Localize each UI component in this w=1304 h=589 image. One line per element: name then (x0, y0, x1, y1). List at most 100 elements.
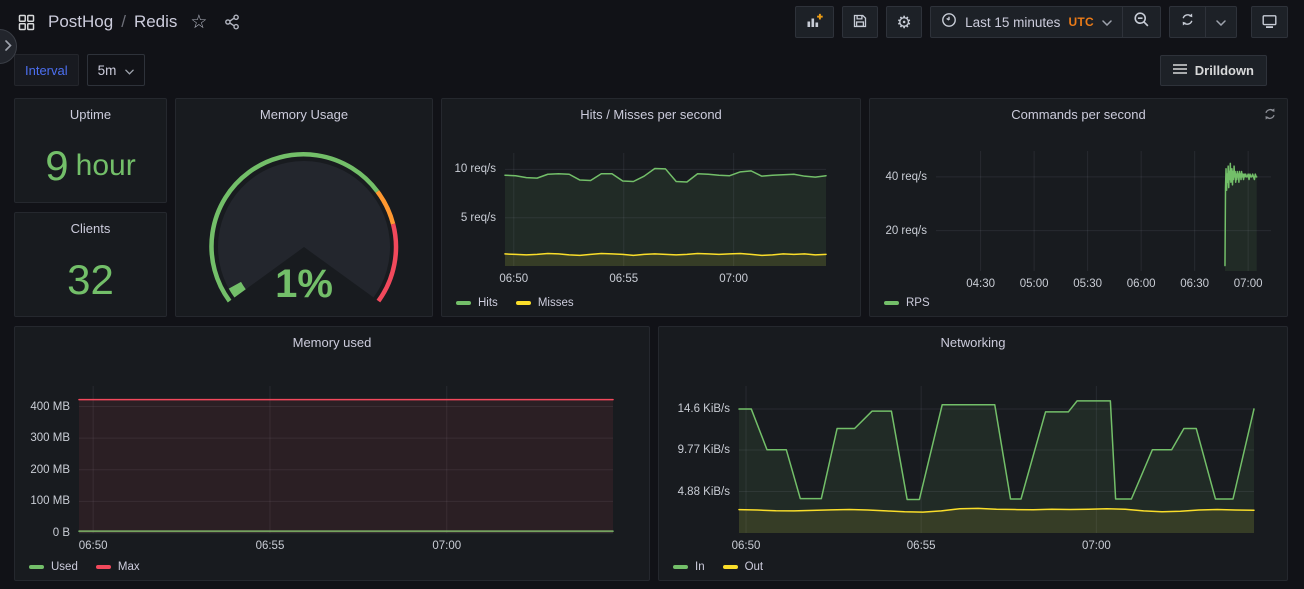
interval-value: 5m (98, 63, 117, 78)
legend-item-out[interactable]: Out (723, 561, 764, 573)
legend-item-in[interactable]: In (673, 561, 705, 573)
zoom-out-icon (1133, 11, 1150, 33)
legend-color-dash (456, 301, 471, 305)
panel-title[interactable]: Uptime (15, 99, 166, 129)
x-axis-tick-label: 06:50 (79, 540, 108, 552)
breadcrumb-app[interactable]: PostHog (48, 12, 113, 32)
add-panel-button[interactable] (795, 6, 834, 38)
chevron-down-icon (1102, 13, 1112, 31)
time-range-label: Last 15 minutes (965, 15, 1060, 30)
y-axis-tick-label: 4.88 KiB/s (678, 486, 730, 498)
y-axis-tick-label: 9.77 KiB/s (678, 444, 730, 456)
panel-refresh-spinner-icon (1263, 107, 1277, 126)
legend-item-max[interactable]: Max (96, 561, 140, 573)
timezone-badge: UTC (1068, 15, 1094, 29)
header: PostHog / Redis ☆ (0, 0, 1304, 44)
drilldown-button[interactable]: Drilldown (1160, 55, 1267, 86)
legend-item-rps[interactable]: RPS (884, 297, 930, 309)
grafana-dashboard: PostHog / Redis ☆ (0, 0, 1304, 589)
refresh-interval-dropdown[interactable] (1205, 7, 1236, 37)
legend: In Out (673, 561, 763, 573)
x-axis-tick-label: 06:55 (256, 540, 285, 552)
legend-color-dash (96, 565, 111, 569)
refresh-dashboard-button[interactable] (1170, 7, 1205, 37)
time-range-picker[interactable]: Last 15 minutes UTC (931, 7, 1122, 37)
add-panel-icon (805, 13, 824, 32)
dashboards-grid-icon[interactable] (14, 12, 39, 33)
gauge-value: 1% (189, 262, 419, 307)
stat-unit: hour (76, 151, 136, 181)
interval-variable-select[interactable]: 5m (87, 54, 146, 86)
stat-number: 32 (67, 259, 114, 301)
panel-title[interactable]: Memory used (15, 327, 649, 357)
legend-color-dash (516, 301, 531, 305)
x-axis-tick-label: 06:00 (1127, 278, 1156, 290)
save-icon (852, 13, 868, 32)
panel-uptime: Uptime 9 hour (14, 98, 167, 203)
dashboard-settings-button[interactable]: ⚙ (886, 6, 922, 38)
x-axis-tick-label: 06:50 (732, 540, 761, 552)
hamburger-icon (1173, 63, 1187, 78)
panel-commands-per-second: Commands per second 20 req/s40 req/s04:3… (869, 98, 1288, 317)
save-dashboard-button[interactable] (842, 6, 878, 38)
panel-title[interactable]: Networking (659, 327, 1287, 357)
zoom-out-time-button[interactable] (1122, 7, 1160, 37)
y-axis-tick-label: 300 MB (30, 432, 70, 444)
y-axis-tick-label: 20 req/s (885, 225, 927, 237)
legend: Used Max (29, 561, 140, 573)
legend-color-dash (673, 565, 688, 569)
commands-chart[interactable]: 20 req/s40 req/s04:3005:0005:3006:0006:3… (936, 151, 1271, 271)
legend-color-dash (29, 565, 44, 569)
panel-memory-usage: Memory Usage 1% (175, 98, 433, 317)
x-axis-tick-label: 07:00 (1082, 540, 1111, 552)
panel-title[interactable]: Clients (15, 213, 166, 243)
legend-item-misses[interactable]: Misses (516, 297, 574, 309)
legend-label: Misses (538, 297, 574, 309)
chevron-right-icon (5, 38, 12, 56)
x-axis-tick-label: 05:30 (1073, 278, 1102, 290)
x-axis-tick-label: 07:00 (432, 540, 461, 552)
legend-label: Max (118, 561, 140, 573)
panel-hits-misses: Hits / Misses per second 5 req/s10 req/s… (441, 98, 861, 317)
chevron-down-icon (1216, 13, 1226, 31)
memory-usage-gauge: 1% (189, 125, 419, 309)
stat-number: 9 (45, 145, 68, 187)
legend-item-used[interactable]: Used (29, 561, 78, 573)
drilldown-label: Drilldown (1195, 63, 1254, 78)
star-glyph: ☆ (190, 13, 207, 32)
time-picker-group: Last 15 minutes UTC (930, 6, 1161, 38)
gear-icon: ⚙ (897, 14, 912, 31)
panel-title[interactable]: Hits / Misses per second (442, 99, 860, 129)
legend-label: In (695, 561, 705, 573)
y-axis-tick-label: 5 req/s (461, 212, 496, 224)
x-axis-tick-label: 06:55 (609, 273, 638, 285)
memory-used-chart[interactable]: 0 B100 MB200 MB300 MB400 MB06:5006:5507:… (79, 386, 613, 533)
legend-label: Out (745, 561, 764, 573)
favorite-star-icon[interactable]: ☆ (186, 11, 211, 34)
x-axis-tick-label: 04:30 (966, 278, 995, 290)
panel-title[interactable]: Commands per second (870, 99, 1287, 129)
kiosk-mode-button[interactable] (1251, 6, 1288, 38)
y-axis-tick-label: 400 MB (30, 401, 70, 413)
legend-label: Hits (478, 297, 498, 309)
breadcrumb: PostHog / Redis (48, 12, 177, 32)
x-axis-tick-label: 06:50 (499, 273, 528, 285)
x-axis-tick-label: 06:55 (907, 540, 936, 552)
legend-item-hits[interactable]: Hits (456, 297, 498, 309)
breadcrumb-page: Redis (134, 12, 177, 32)
legend: RPS (884, 297, 930, 309)
breadcrumb-separator: / (121, 12, 126, 32)
x-axis-tick-label: 06:30 (1180, 278, 1209, 290)
y-axis-tick-label: 40 req/s (885, 171, 927, 183)
networking-chart[interactable]: 4.88 KiB/s9.77 KiB/s14.6 KiB/s06:5006:55… (739, 386, 1254, 533)
interval-variable-label[interactable]: Interval (14, 54, 79, 86)
share-icon[interactable] (220, 12, 244, 32)
legend-label: Used (51, 561, 78, 573)
legend-color-dash (884, 301, 899, 305)
x-axis-tick-label: 05:00 (1020, 278, 1049, 290)
uptime-stat-value: 9 hour (15, 129, 166, 202)
y-axis-tick-label: 200 MB (30, 464, 70, 476)
hits-misses-chart[interactable]: 5 req/s10 req/s06:5006:5507:00 (505, 153, 826, 266)
clock-icon (941, 12, 957, 33)
y-axis-tick-label: 10 req/s (454, 163, 496, 175)
